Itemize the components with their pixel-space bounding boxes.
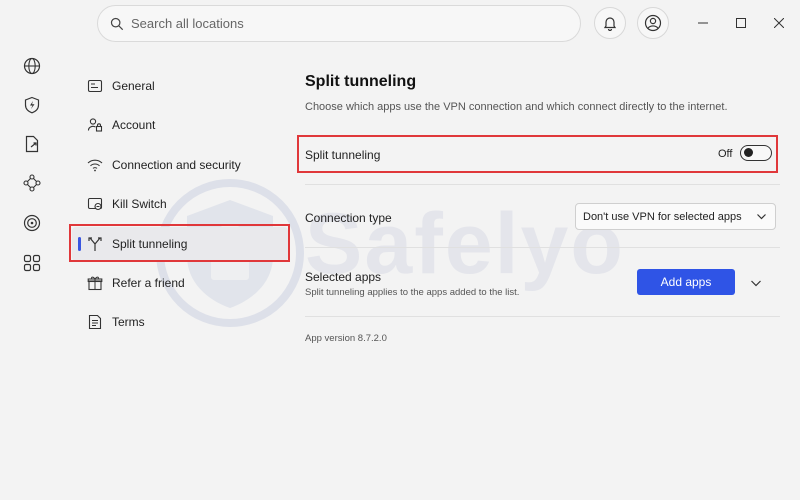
expand-selected-apps[interactable]	[750, 276, 764, 288]
search-input[interactable]	[131, 16, 551, 31]
account-button[interactable]	[637, 7, 669, 39]
gift-icon	[86, 274, 104, 292]
rail-file-share[interactable]	[22, 134, 42, 154]
settings-list-icon	[86, 77, 104, 95]
nav-item-label: Connection and security	[112, 158, 241, 172]
nav-item-connection-and-security[interactable]: Connection and security	[72, 148, 288, 182]
rail-threat-protection[interactable]	[22, 95, 42, 115]
target-icon	[23, 214, 41, 232]
maximize-button[interactable]	[730, 12, 752, 34]
connection-type-label: Connection type	[305, 211, 392, 225]
app-version: App version 8.7.2.0	[305, 333, 387, 344]
shield-bolt-icon	[24, 96, 40, 114]
user-lock-icon	[86, 116, 104, 134]
nav-item-label: Refer a friend	[112, 276, 185, 290]
apps-grid-icon	[23, 254, 41, 272]
divider	[305, 316, 780, 317]
nav-item-kill-switch[interactable]: Kill Switch	[72, 187, 288, 221]
nav-item-refer-a-friend[interactable]: Refer a friend	[72, 266, 288, 300]
minimize-icon	[698, 22, 708, 24]
nav-item-label: Terms	[112, 315, 145, 329]
page-title: Split tunneling	[305, 73, 417, 90]
rail-apps[interactable]	[22, 253, 42, 273]
connection-type-value: Don't use VPN for selected apps	[583, 210, 742, 223]
selected-apps-hint: Split tunneling applies to the apps adde…	[305, 287, 520, 298]
selected-apps-label: Selected apps	[305, 270, 382, 284]
split-tunneling-toggle[interactable]	[740, 145, 772, 161]
chevron-down-icon	[751, 280, 761, 287]
toggle-state-label: Off	[718, 148, 733, 160]
split-icon	[86, 235, 104, 253]
wifi-icon	[86, 156, 104, 174]
nav-item-split-tunneling[interactable]: Split tunneling	[72, 227, 288, 261]
file-share-icon	[25, 135, 39, 153]
nav-item-label: General	[112, 79, 155, 93]
chevron-down-icon	[757, 214, 766, 220]
divider	[305, 184, 780, 185]
nav-item-label: Account	[112, 118, 156, 132]
search-icon	[110, 17, 124, 30]
notifications-button[interactable]	[594, 7, 626, 39]
rail-locations[interactable]	[22, 56, 42, 76]
nav-item-label: Kill Switch	[112, 197, 167, 211]
document-icon	[86, 313, 104, 331]
nav-item-general[interactable]: General	[72, 69, 288, 103]
network-icon	[23, 174, 41, 192]
nav-item-account[interactable]: Account	[72, 108, 288, 142]
rail-meshnet[interactable]	[22, 173, 42, 193]
maximize-icon	[736, 18, 746, 28]
minimize-button[interactable]	[692, 12, 714, 34]
nav-item-label: Split tunneling	[112, 237, 188, 251]
account-icon	[644, 14, 662, 32]
search-bar[interactable]	[97, 5, 581, 42]
bell-icon	[603, 17, 617, 31]
divider	[305, 247, 780, 248]
add-apps-button[interactable]: Add apps	[637, 269, 735, 295]
split-tunneling-label: Split tunneling	[305, 148, 381, 162]
page-subtitle: Choose which apps use the VPN connection…	[305, 101, 728, 113]
rail-dark-web-monitor[interactable]	[22, 213, 42, 233]
connection-type-select[interactable]: Don't use VPN for selected apps	[575, 203, 776, 230]
globe-icon	[23, 57, 41, 75]
nav-item-terms[interactable]: Terms	[72, 305, 288, 339]
close-button[interactable]	[768, 12, 790, 34]
kill-switch-icon	[86, 195, 104, 213]
close-icon	[774, 18, 784, 28]
